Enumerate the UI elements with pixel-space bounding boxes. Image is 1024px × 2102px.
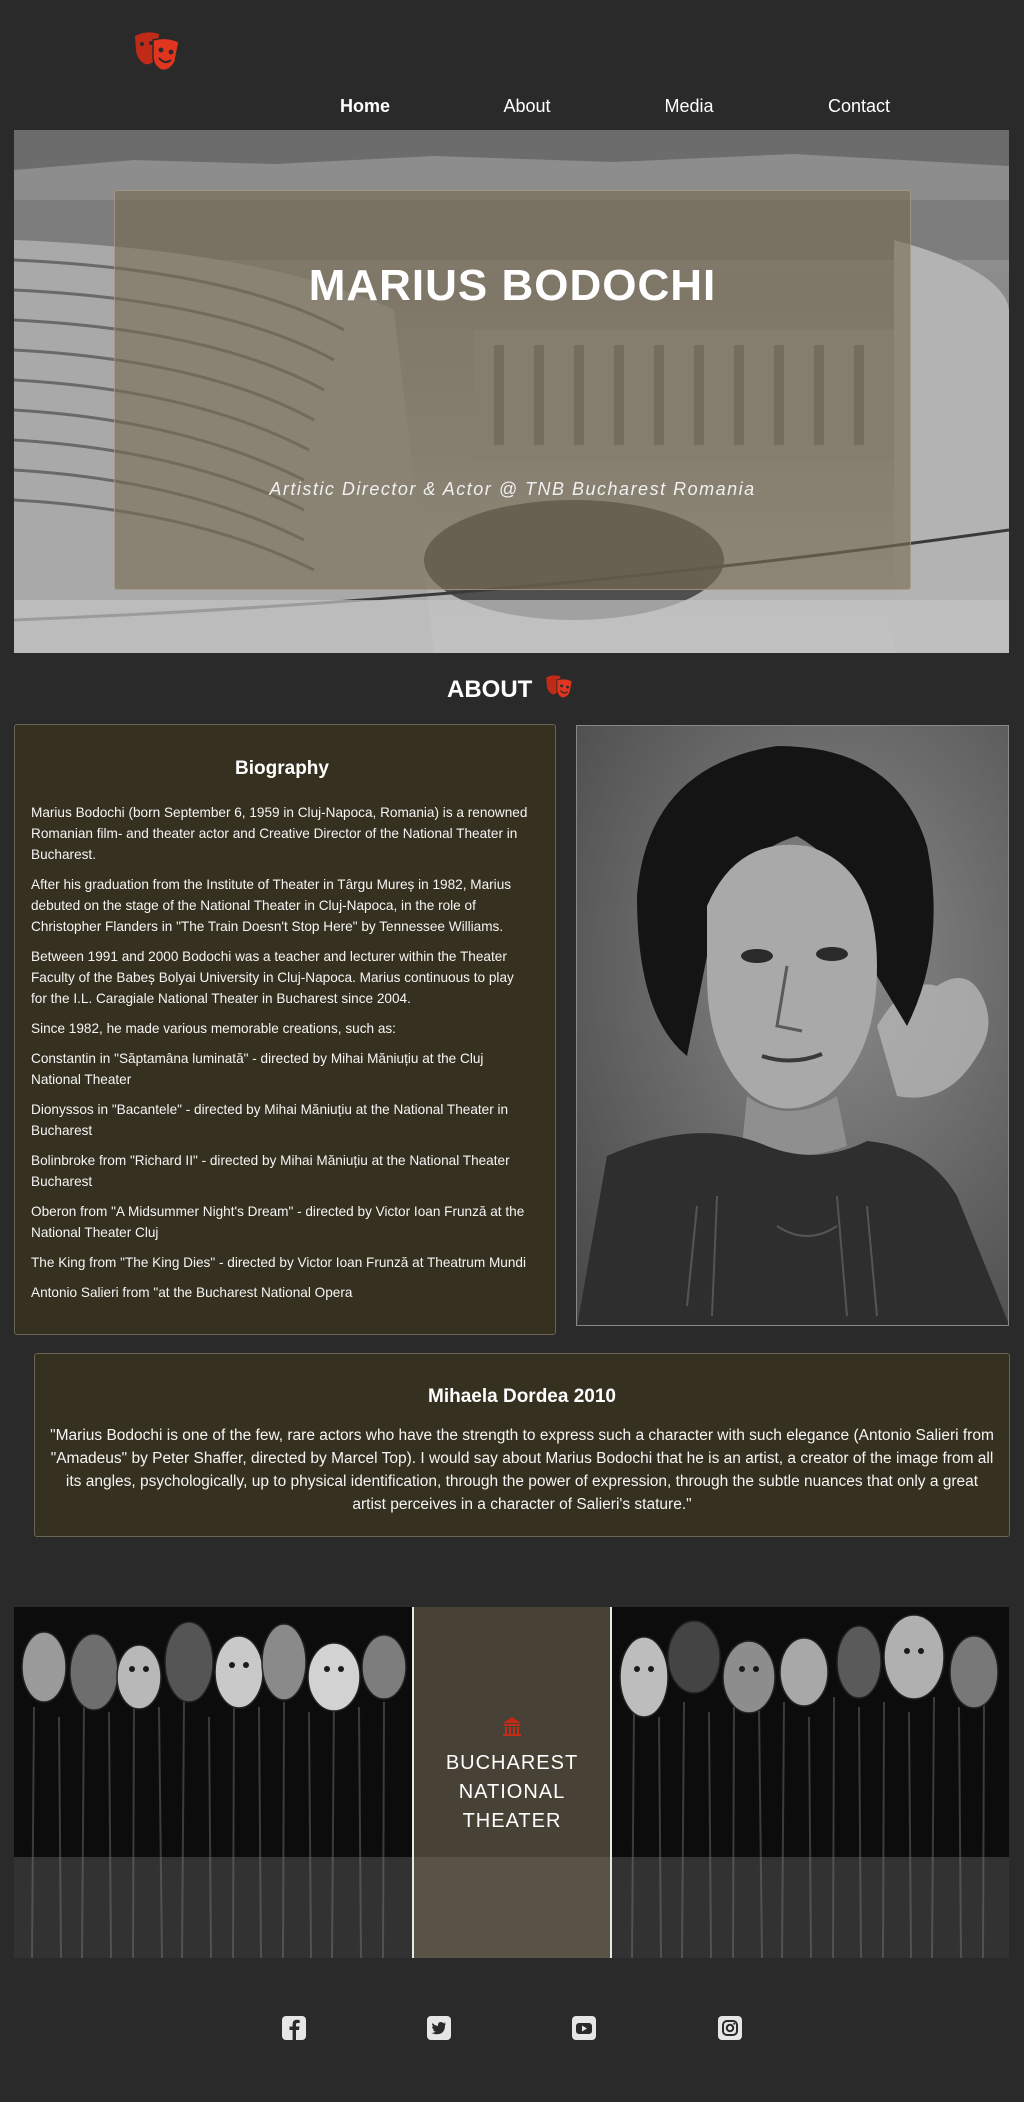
banner-line-2: NATIONAL THEATER [458,1781,566,1832]
biography-card: Biography Marius Bodochi (born September… [14,724,556,1335]
quote-card: Mihaela Dordea 2010 "Marius Bodochi is o… [34,1353,1010,1537]
hero-title: MARIUS BODOCHI [308,261,717,310]
bio-paragraph: Antonio Salieri from "at the Bucharest N… [31,1285,353,1300]
theater-masks-icon [545,674,577,707]
nav-about[interactable]: About [457,96,597,117]
bio-paragraph: Dionyssos in "Bacantele" - directed by M… [31,1102,509,1138]
bio-paragraph: Since 1982, he made various memorable cr… [31,1021,396,1036]
hero-overlay-card: MARIUS BODOCHI Artistic Director & Actor… [114,190,911,590]
bio-paragraph: The King from "The King Dies" - directed… [31,1255,526,1270]
biography-title: Biography [235,758,329,779]
quote-author: Mihaela Dordea 2010 [428,1386,616,1407]
bio-paragraph: Oberon from "A Midsummer Night's Dream" … [31,1204,525,1240]
about-heading-label: ABOUT [447,675,533,703]
instagram-icon[interactable] [717,2015,743,2041]
bio-paragraph: Constantin in "Săptamâna luminată" - dir… [31,1051,484,1087]
main-nav: Home About Media Contact [0,96,1024,120]
quote-text: "Marius Bodochi is one of the few, rare … [50,1427,994,1513]
bio-paragraph: Between 1991 and 2000 Bodochi was a teac… [31,949,514,1006]
nav-media[interactable]: Media [619,96,759,117]
nav-home[interactable]: Home [295,96,435,117]
about-heading: ABOUT [0,674,1024,707]
actor-portrait [576,725,1009,1326]
banner-line-1: BUCHAREST [445,1752,579,1774]
theater-building-icon [503,1717,521,1736]
nav-contact[interactable]: Contact [789,96,929,117]
twitter-icon[interactable] [426,2015,452,2041]
bio-paragraph: Bolinbroke from "Richard II" - directed … [31,1153,510,1189]
youtube-icon[interactable] [571,2015,597,2041]
masks-banner: BUCHAREST NATIONAL THEATER [14,1607,1009,1958]
theater-masks-icon[interactable] [133,30,187,74]
hero-subtitle: Artistic Director & Actor @ TNB Buchares… [269,479,756,499]
facebook-icon[interactable] [281,2015,307,2041]
bio-paragraph: After his graduation from the Institute … [31,877,512,934]
national-theater-label: BUCHAREST NATIONAL THEATER [412,1717,612,1836]
bio-paragraph: Marius Bodochi (born September 6, 1959 i… [31,805,528,862]
social-links [0,2015,1024,2041]
hero-banner: MARIUS BODOCHI Artistic Director & Actor… [14,130,1009,653]
